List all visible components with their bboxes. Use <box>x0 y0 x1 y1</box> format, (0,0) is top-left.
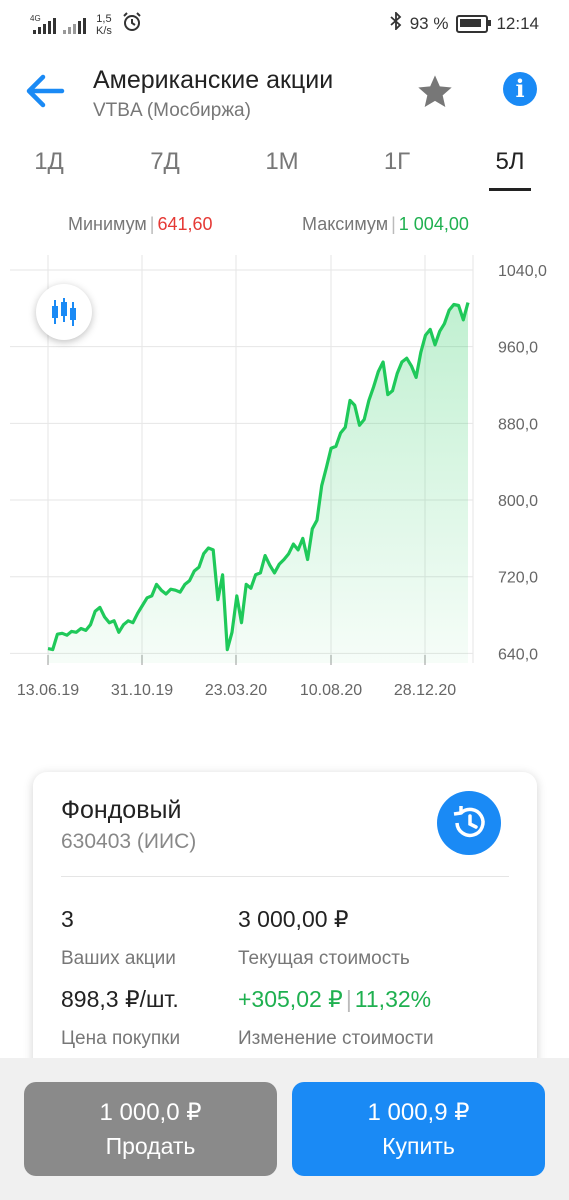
minimum-value: 641,60 <box>157 214 213 234</box>
tab-1m[interactable]: 1М <box>247 148 317 176</box>
x-tick-label: 31.10.19 <box>111 682 173 699</box>
page-title: Американские акции <box>93 66 334 94</box>
y-tick-label: 720,0 <box>498 570 538 587</box>
y-tick-label: 880,0 <box>498 416 538 433</box>
current-cost: 3 000,00 ₽ <box>238 906 349 932</box>
y-tick-label: 640,0 <box>498 646 538 663</box>
maximum: Максимум | 1 004,00 <box>302 214 469 234</box>
history-button[interactable] <box>437 791 501 855</box>
sell-label: Продать <box>105 1133 196 1159</box>
favorite-button[interactable] <box>415 72 455 112</box>
battery-percent: 93 % <box>409 13 449 33</box>
maximum-value: 1 004,00 <box>398 214 469 234</box>
candlestick-toggle-button[interactable] <box>36 284 92 340</box>
battery-icon <box>456 14 492 33</box>
y-tick-label: 1040,0 <box>498 263 547 280</box>
x-tick-label: 13.06.19 <box>17 682 79 699</box>
network-speed: 1,5 K/s <box>96 12 112 37</box>
shares-count: 3 <box>61 906 74 932</box>
status-bar: 4G 1,5 K/s 93 % 12:14 <box>0 0 569 48</box>
info-button[interactable]: i <box>503 72 537 106</box>
bluetooth-icon <box>390 10 402 35</box>
buy-label: Купить <box>382 1133 455 1159</box>
history-icon <box>453 806 485 838</box>
tab-7d[interactable]: 7Д <box>130 148 200 176</box>
account-name: Фондовый <box>61 796 182 824</box>
period-tabs: 1Д 7Д 1М 1Г 5Л <box>0 140 569 192</box>
chart-area <box>48 302 468 663</box>
buy-price: 1 000,9 ₽ <box>367 1099 470 1126</box>
app-header: Американские акции VTBA (Мосбиржа) i <box>0 48 569 138</box>
alarm-icon <box>122 12 142 37</box>
buy-price: 898,3 ₽/шт. <box>61 986 179 1012</box>
ticker-subtitle: VTBA (Мосбиржа) <box>93 100 251 121</box>
x-tick-label: 10.08.20 <box>300 682 362 699</box>
cellular-signal-icon: 4G <box>30 14 56 36</box>
trade-bar: 1 000,0 ₽ Продать 1 000,9 ₽ Купить <box>0 1058 569 1200</box>
tab-1y[interactable]: 1Г <box>362 148 432 176</box>
back-button[interactable] <box>24 70 66 112</box>
buy-button[interactable]: 1 000,9 ₽ Купить <box>292 1082 545 1176</box>
cost-change: +305,02 ₽ | 11,32% <box>238 986 432 1012</box>
buy-price-label: Цена покупки <box>61 1028 181 1049</box>
sell-button[interactable]: 1 000,0 ₽ Продать <box>24 1082 277 1176</box>
cost-change-label: Изменение стоимости <box>238 1028 434 1049</box>
star-icon <box>418 75 452 107</box>
account-number: 630403 (ИИС) <box>61 830 197 853</box>
y-tick-label: 960,0 <box>498 340 538 357</box>
cellular-signal-2-icon <box>63 14 86 36</box>
tab-1d[interactable]: 1Д <box>14 148 84 176</box>
candlestick-icon <box>52 298 76 326</box>
clock: 12:14 <box>496 13 539 33</box>
current-cost-label: Текущая стоимость <box>238 948 410 969</box>
minimum: Минимум | 641,60 <box>68 214 213 234</box>
tab-5y[interactable]: 5Л <box>475 148 545 191</box>
x-tick-label: 23.03.20 <box>205 682 267 699</box>
card-divider <box>61 876 509 877</box>
holding-card: Фондовый 630403 (ИИС) 3 Ваших акции 3 00… <box>33 772 537 1102</box>
sell-price: 1 000,0 ₽ <box>99 1099 202 1126</box>
shares-label: Ваших акции <box>61 948 176 969</box>
y-tick-label: 800,0 <box>498 493 538 510</box>
arrow-left-icon <box>26 74 65 108</box>
info-icon: i <box>515 74 525 103</box>
x-tick-label: 28.12.20 <box>394 682 456 699</box>
